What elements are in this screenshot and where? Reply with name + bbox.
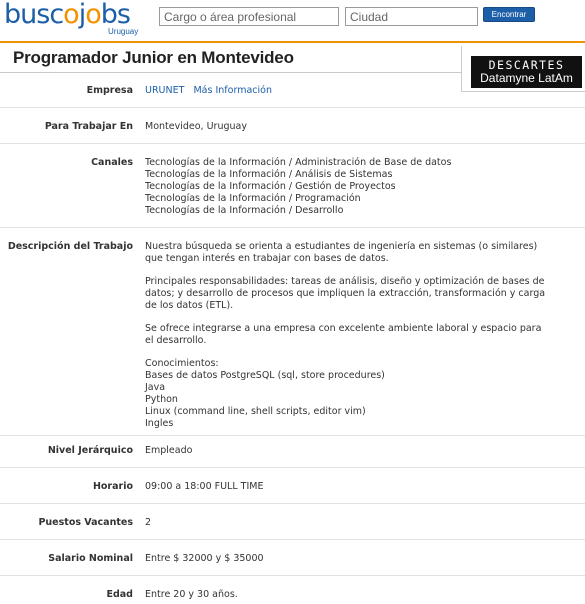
divider bbox=[0, 227, 585, 228]
divider bbox=[0, 503, 585, 504]
field-value: Tecnologías de la Información / Administ… bbox=[145, 157, 550, 217]
field-value: Entre $ 32000 y $ 35000 bbox=[145, 553, 264, 564]
field-label: Empresa bbox=[86, 85, 133, 96]
field-value: 2 bbox=[145, 517, 152, 528]
field-label: Descripción del Trabajo bbox=[7, 241, 133, 252]
top-header: buscojobs Uruguay Encontrar bbox=[0, 0, 585, 43]
description-paragraph: Principales responsabilidades: tareas de… bbox=[145, 276, 546, 311]
more-info-link[interactable]: Más Información bbox=[193, 85, 271, 96]
channel-item: Tecnologías de la Información / Gestión … bbox=[145, 181, 396, 192]
logo-brand: buscojobs bbox=[4, 0, 131, 30]
divider bbox=[0, 435, 585, 436]
field-value: URUNET Más Información bbox=[145, 85, 550, 97]
company-logo-line1: DESCARTES bbox=[488, 58, 565, 72]
description-paragraph: Nuestra búsqueda se orienta a estudiante… bbox=[145, 241, 538, 264]
channel-item: Tecnologías de la Información / Análisis… bbox=[145, 169, 393, 180]
divider bbox=[0, 107, 585, 108]
site-logo-country: Uruguay bbox=[108, 27, 139, 36]
channel-item: Tecnologías de la Información / Desarrol… bbox=[145, 205, 344, 216]
job-search-input[interactable] bbox=[159, 7, 339, 26]
channel-item: Tecnologías de la Información / Administ… bbox=[145, 157, 452, 168]
company-logo-line2: Datamyne LatAm bbox=[480, 71, 573, 85]
field-value: 09:00 a 18:00 FULL TIME bbox=[145, 481, 264, 492]
city-search-input[interactable] bbox=[345, 7, 478, 26]
field-value: Empleado bbox=[145, 445, 193, 456]
knowledge-line: Python bbox=[145, 394, 178, 405]
find-button[interactable]: Encontrar bbox=[483, 7, 535, 22]
field-value: Entre 20 y 30 años. bbox=[145, 589, 238, 600]
divider bbox=[0, 467, 585, 468]
field-label: Para Trabajar En bbox=[44, 121, 133, 132]
knowledge-line: Java bbox=[145, 382, 166, 393]
site-logo[interactable]: buscojobs Uruguay bbox=[4, 0, 144, 38]
knowledge-line: Conocimientos: bbox=[145, 358, 219, 369]
knowledge-line: Bases de datos PostgreSQL (sql, store pr… bbox=[145, 370, 385, 381]
field-label: Edad bbox=[106, 589, 133, 600]
knowledge-line: Ingles bbox=[145, 418, 174, 429]
divider bbox=[0, 539, 585, 540]
channel-item: Tecnologías de la Información / Programa… bbox=[145, 193, 361, 204]
company-logo-image: DESCARTES Datamyne LatAm bbox=[471, 56, 582, 88]
page-title: Programador Junior en Montevideo bbox=[13, 48, 294, 67]
field-label: Canales bbox=[91, 157, 133, 168]
company-link[interactable]: URUNET bbox=[145, 85, 184, 96]
divider bbox=[0, 575, 585, 576]
field-label: Salario Nominal bbox=[48, 553, 133, 564]
divider bbox=[0, 143, 585, 144]
field-label: Puestos Vacantes bbox=[38, 517, 133, 528]
description-paragraph: Se ofrece integrarse a una empresa con e… bbox=[145, 323, 542, 346]
field-label: Horario bbox=[92, 481, 133, 492]
field-value: Nuestra búsqueda se orienta a estudiante… bbox=[145, 241, 550, 430]
field-value: Montevideo, Uruguay bbox=[145, 121, 247, 132]
knowledge-line: Linux (command line, shell scripts, edit… bbox=[145, 406, 366, 417]
field-label: Nivel Jerárquico bbox=[47, 445, 133, 456]
